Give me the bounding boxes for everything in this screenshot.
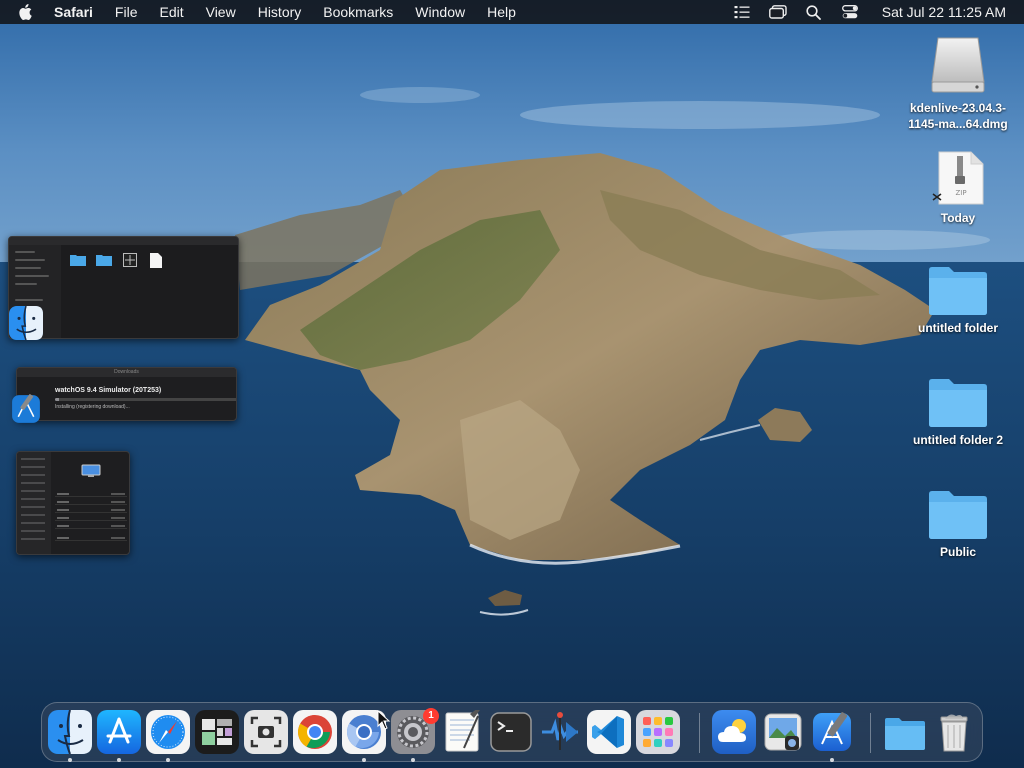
desktop-item-label: Public (939, 545, 976, 559)
control-center-icon[interactable] (839, 0, 861, 24)
notification-badge: 1 (423, 708, 439, 724)
desktop-item-label: Today (940, 211, 976, 225)
vscode-icon (587, 710, 631, 754)
menu-window[interactable]: Window (404, 0, 476, 24)
folder-icon (885, 718, 925, 750)
running-indicator (68, 758, 72, 762)
desktop-item-untitled-folder[interactable]: untitled folder (898, 264, 1018, 336)
download-progress-fill (55, 398, 59, 401)
dock-mosaic[interactable] (195, 710, 239, 754)
finder-icon (9, 305, 43, 345)
dock-separator (870, 713, 871, 753)
menu-history[interactable]: History (247, 0, 313, 24)
dock-vscode[interactable] (587, 710, 631, 754)
list-icon[interactable] (731, 0, 753, 24)
desktop-item-today[interactable]: ZIP Today (898, 150, 1018, 226)
mouse-cursor (377, 710, 391, 730)
launchpad-icon (636, 710, 680, 754)
xcode-icon (813, 712, 851, 751)
window-sidebar (17, 452, 51, 554)
download-progress-bar (55, 398, 236, 401)
running-indicator (362, 758, 366, 762)
folder-icon (929, 267, 987, 315)
dock-preview[interactable] (761, 710, 805, 754)
dock-finder[interactable] (48, 710, 92, 754)
textedit-icon (445, 710, 480, 752)
screen-mirroring-icon[interactable] (767, 0, 789, 24)
running-indicator (830, 758, 834, 762)
window-title: Downloads (114, 369, 139, 375)
screenshot-icon (244, 710, 288, 754)
running-indicator (411, 758, 415, 762)
dock-terminal[interactable] (489, 710, 533, 754)
instruments-icon (542, 712, 578, 750)
folder-icon (929, 491, 987, 539)
desktop-item-label: untitled folder (918, 321, 998, 335)
trash-icon (940, 714, 968, 752)
download-status: Installing (registering download)... (55, 404, 130, 410)
terminal-icon (490, 712, 532, 752)
running-indicator (166, 758, 170, 762)
image-file-icon (121, 253, 139, 272)
dock-screenshot[interactable] (244, 710, 288, 754)
app-store-icon (97, 710, 141, 754)
menu-edit[interactable]: Edit (148, 0, 194, 24)
apple-menu-icon[interactable] (18, 0, 38, 24)
desktop-item-dmg[interactable]: kdenlive-23.04.3- 1145-ma...64.dmg (898, 34, 1018, 132)
desktop-item-untitled-folder-2[interactable]: untitled folder 2 (898, 376, 1018, 448)
preview-icon (764, 713, 802, 751)
menu-bookmarks[interactable]: Bookmarks (312, 0, 404, 24)
download-item-name: watchOS 9.4 Simulator (20T253) (55, 387, 162, 394)
desktop-item-label: untitled folder 2 (913, 433, 1003, 447)
settings-window-thumbnail[interactable] (16, 451, 130, 555)
dock-xcode[interactable] (810, 710, 854, 754)
menu-clock[interactable]: Sat Jul 22 11:25 AM (882, 4, 1006, 20)
desktop-item-public[interactable]: Public (898, 488, 1018, 560)
safari-icon (146, 710, 190, 754)
dock-app-store[interactable] (97, 710, 141, 754)
dock-chrome[interactable] (293, 710, 337, 754)
menu-help[interactable]: Help (476, 0, 527, 24)
xcode-icon (9, 392, 43, 431)
folder-icon (95, 253, 113, 271)
menu-bar: Safari File Edit View History Bookmarks … (0, 0, 1024, 24)
dock-instruments[interactable] (538, 710, 582, 754)
dock-launchpad[interactable] (636, 710, 680, 754)
dock-trash[interactable] (932, 710, 976, 754)
menu-file[interactable]: File (104, 0, 149, 24)
dock-weather[interactable] (712, 710, 756, 754)
zip-archive-icon: ZIP (932, 151, 984, 205)
desktop-item-label: kdenlive-23.04.3- 1145-ma...64.dmg (908, 101, 1008, 131)
window-titlebar: Downloads (17, 368, 236, 377)
running-indicator (117, 758, 121, 762)
chrome-icon (293, 710, 337, 754)
dock-downloads-folder[interactable] (883, 710, 927, 754)
document-icon (147, 253, 165, 273)
mosaic-icon (195, 710, 239, 754)
window-toolbar (9, 237, 238, 245)
folder-icon (69, 253, 87, 271)
weather-icon (712, 710, 756, 754)
dock: 1 (41, 702, 983, 762)
svg-text:ZIP: ZIP (955, 189, 966, 197)
menu-app-safari[interactable]: Safari (52, 0, 104, 24)
dock-separator (699, 713, 700, 753)
folder-icon (929, 379, 987, 427)
finder-icon (48, 710, 92, 754)
dock-safari[interactable] (146, 710, 190, 754)
search-icon[interactable] (803, 0, 825, 24)
dock-system-settings[interactable]: 1 (391, 708, 439, 754)
dock-textedit[interactable] (440, 710, 484, 754)
display-icon (81, 464, 101, 477)
disk-image-icon (931, 37, 985, 93)
downloads-window-thumbnail[interactable]: Downloads watchOS 9.4 Simulator (20T253)… (16, 367, 237, 421)
menu-view[interactable]: View (195, 0, 247, 24)
